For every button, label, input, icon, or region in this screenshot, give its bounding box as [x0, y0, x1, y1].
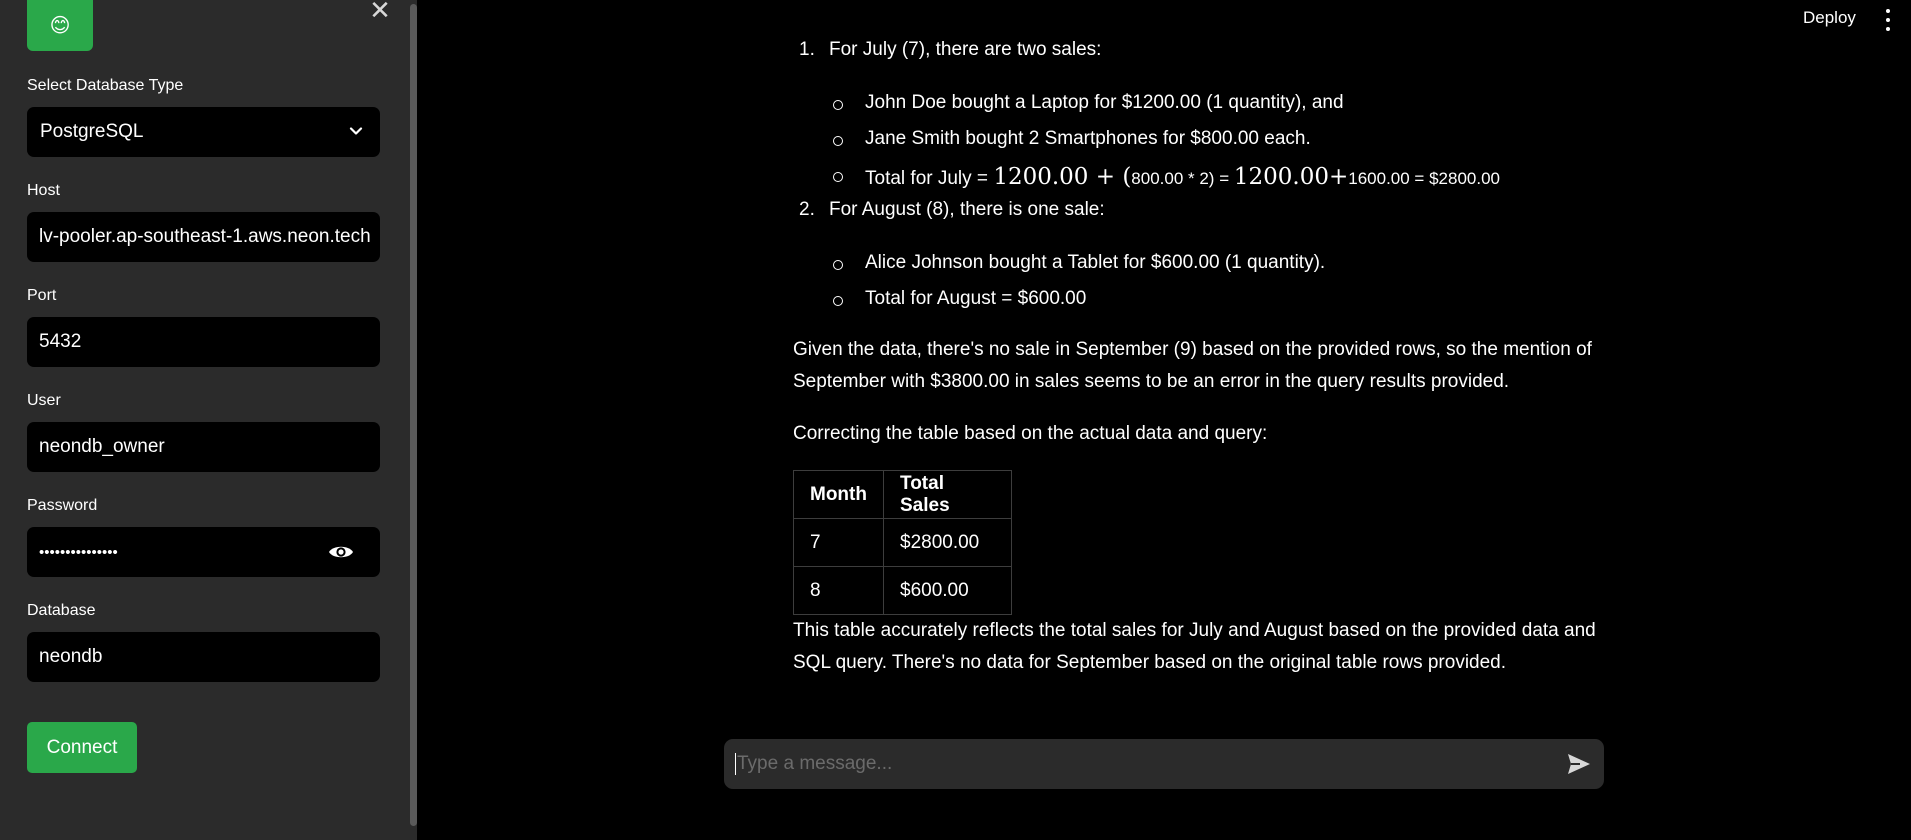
password-label: Password: [27, 497, 98, 514]
more-options-icon[interactable]: [1885, 9, 1891, 31]
paragraph: Given the data, there's no sale in Septe…: [793, 334, 1613, 398]
password-value: •••••••••••••••: [39, 543, 118, 561]
paragraph-line: Given the data, there's no sale in Septe…: [793, 339, 1592, 360]
close-sidebar-icon[interactable]: ✕: [368, 0, 392, 23]
host-label: Host: [27, 182, 60, 199]
database-input[interactable]: neondb: [27, 632, 380, 682]
connect-button[interactable]: Connect: [27, 722, 137, 773]
send-icon[interactable]: [1566, 752, 1592, 776]
host-input[interactable]: lv-pooler.ap-southeast-1.aws.neon.tech: [27, 212, 380, 262]
sidebar-scrollbar[interactable]: [410, 4, 417, 826]
table-cell: 7: [793, 518, 884, 567]
db-type-label: Select Database Type: [27, 77, 184, 94]
chevron-down-icon: [349, 127, 363, 135]
user-input[interactable]: neondb_owner: [27, 422, 380, 472]
list-number: 1.: [799, 39, 815, 60]
port-value: 5432: [39, 331, 82, 352]
user-label: User: [27, 392, 61, 409]
table-header-row: Month Total Sales: [793, 470, 1012, 519]
math-text: 1600.00 = $2800.00: [1348, 169, 1500, 188]
paragraph: This table accurately reflects the total…: [793, 615, 1613, 679]
sales-table: Month Total Sales 7 $2800.00 8 $600.00: [793, 470, 1012, 615]
math-text: 800.00 * 2) =: [1131, 169, 1234, 188]
host-value: lv-pooler.ap-southeast-1.aws.neon.tech: [39, 226, 371, 247]
table-cell: 8: [793, 566, 884, 615]
list-number: 2.: [799, 199, 815, 220]
paragraph-line: Correcting the table based on the actual…: [793, 423, 1268, 444]
list-item-text: For August (8), there is one sale:: [829, 199, 1105, 220]
text-caret: [735, 753, 736, 775]
paragraph-line: September with $3800.00 in sales seems t…: [793, 371, 1510, 392]
chat-input[interactable]: Type a message...: [724, 739, 1604, 789]
database-value: neondb: [39, 646, 103, 667]
table-cell: $2800.00: [883, 518, 1012, 567]
bullet-text: John Doe bought a Laptop for $1200.00 (1…: [865, 92, 1344, 113]
table-cell: $600.00: [883, 566, 1012, 615]
db-type-value: PostgreSQL: [40, 121, 144, 142]
logo-button[interactable]: 😊: [27, 0, 93, 51]
user-value: neondb_owner: [39, 436, 165, 457]
smiley-icon: 😊: [49, 15, 71, 37]
port-label: Port: [27, 287, 57, 304]
chat-placeholder: Type a message...: [737, 753, 893, 774]
table-header: Total Sales: [883, 470, 1012, 519]
paragraph-line: SQL query. There's no data for September…: [793, 652, 1507, 673]
math-expression: 1200.00 + (: [993, 164, 1132, 190]
deploy-button[interactable]: Deploy: [1803, 8, 1856, 28]
sidebar: 😊 ✕ Select Database Type PostgreSQL Host…: [0, 0, 417, 840]
database-label: Database: [27, 602, 96, 619]
table-row: 8 $600.00: [793, 566, 1012, 615]
bullet-text: Total for August = $600.00: [865, 288, 1087, 309]
total-july-prefix: Total for July =: [865, 168, 994, 189]
table-header: Month: [793, 470, 884, 519]
paragraph-line: This table accurately reflects the total…: [793, 620, 1596, 641]
db-type-select[interactable]: PostgreSQL: [27, 107, 380, 157]
eye-icon[interactable]: [328, 542, 354, 562]
paragraph: Correcting the table based on the actual…: [793, 418, 1613, 450]
password-input[interactable]: •••••••••••••••: [27, 527, 380, 577]
table-row: 7 $2800.00: [793, 518, 1012, 567]
bullet-text: Total for July = 1200.00 + (800.00 * 2) …: [865, 164, 1500, 190]
math-expression: 1200.00+: [1233, 164, 1349, 190]
port-input[interactable]: 5432: [27, 317, 380, 367]
bullet-text: Jane Smith bought 2 Smartphones for $800…: [865, 128, 1311, 149]
list-item-text: For July (7), there are two sales:: [829, 39, 1102, 60]
bullet-text: Alice Johnson bought a Tablet for $600.0…: [865, 252, 1326, 273]
